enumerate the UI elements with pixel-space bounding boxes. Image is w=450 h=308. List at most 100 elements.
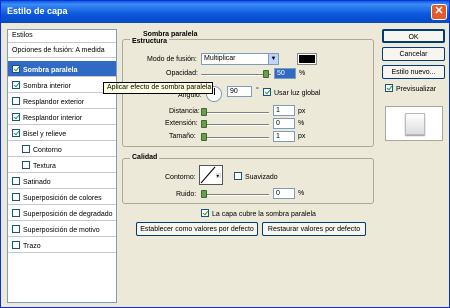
preview-swatch — [405, 113, 425, 135]
checkbox-icon[interactable] — [12, 129, 20, 137]
size-unit: px — [298, 133, 306, 140]
quality-group — [122, 158, 374, 204]
checkbox-icon[interactable] — [12, 225, 20, 233]
checkbox-icon[interactable] — [234, 172, 242, 180]
opacity-slider[interactable] — [201, 74, 271, 76]
spread-label: Extensión: — [165, 120, 198, 127]
style-item-texture[interactable]: Textura — [8, 157, 116, 173]
quality-title: Calidad — [130, 154, 160, 161]
style-item-label: Superposición de degradado — [23, 211, 113, 218]
contour-picker[interactable]: ▾ — [199, 165, 223, 185]
checkbox-icon[interactable] — [22, 161, 30, 169]
style-item-pattern-overlay[interactable]: Superposición de motivo — [8, 221, 116, 237]
checkbox-icon[interactable] — [12, 241, 20, 249]
angle-field[interactable]: 90 — [227, 86, 252, 97]
style-item-label: Superposición de motivo — [23, 227, 100, 234]
size-slider-thumb[interactable] — [201, 133, 207, 141]
style-item-label: Satinado — [23, 179, 51, 186]
style-item-label: Sombra paralela — [23, 67, 78, 74]
ok-button[interactable]: OK — [382, 29, 445, 43]
size-field[interactable]: 1 — [273, 131, 295, 142]
tooltip: Aplicar efecto de sombra paralela — [103, 82, 213, 94]
style-item-outer-glow[interactable]: Resplandor exterior — [8, 93, 116, 109]
section-title: Sombra paralela — [143, 31, 198, 38]
checkbox-icon[interactable] — [12, 65, 20, 73]
style-item-contour[interactable]: Contorno — [8, 141, 116, 157]
style-item-inner-glow[interactable]: Resplandor interior — [8, 109, 116, 125]
blend-mode-value: Multiplicar — [204, 55, 236, 62]
checkbox-icon[interactable] — [12, 193, 20, 201]
style-item-inner-shadow[interactable]: Sombra interior — [8, 77, 116, 93]
style-item-gradient-overlay[interactable]: Superposición de degradado — [8, 205, 116, 221]
angle-unit: ° — [256, 87, 259, 94]
spread-slider[interactable] — [201, 124, 269, 126]
new-style-button[interactable]: Estilo nuevo... — [382, 65, 445, 79]
checkbox-icon[interactable] — [22, 145, 30, 153]
style-item-label: Bisel y relieve — [23, 131, 67, 138]
blending-options-label: Opciones de fusión: A medida — [12, 47, 105, 54]
preview-label: Previsualizar — [396, 86, 437, 93]
spread-unit: % — [298, 120, 305, 127]
knockout-label: La capa cubre la sombra paralela — [212, 211, 316, 218]
noise-slider-thumb[interactable] — [201, 190, 207, 198]
style-item-label: Resplandor exterior — [23, 99, 85, 106]
style-item-satin[interactable]: Satinado — [8, 173, 116, 189]
checkbox-icon[interactable] — [12, 113, 20, 121]
opacity-unit: % — [299, 70, 306, 77]
structure-title: Estructura — [130, 38, 170, 45]
spread-slider-thumb[interactable] — [201, 120, 207, 128]
blend-mode-label: Modo de fusión: — [147, 56, 197, 63]
cancel-button[interactable]: Cancelar — [382, 47, 445, 61]
style-item-drop-shadow[interactable]: Sombra paralela — [8, 61, 116, 77]
checkbox-icon[interactable] — [263, 88, 271, 96]
noise-slider[interactable] — [201, 194, 269, 196]
styles-list: Estilos Opciones de fusión: A medida Som… — [7, 29, 117, 303]
contour-label: Contorno: — [165, 174, 196, 181]
style-item-bevel-emboss[interactable]: Bisel y relieve — [8, 125, 116, 141]
distance-unit: px — [298, 108, 306, 115]
style-item-label: Resplandor interior — [23, 115, 83, 122]
styles-header-label: Estilos — [12, 32, 33, 39]
noise-field[interactable]: 0 — [273, 188, 295, 199]
opacity-field[interactable]: 50 — [274, 68, 296, 79]
checkbox-icon[interactable] — [12, 209, 20, 217]
close-icon[interactable]: ✕ — [431, 4, 447, 20]
checkbox-icon[interactable] — [12, 97, 20, 105]
title-bar: Estilo de capa ✕ — [1, 1, 449, 23]
reset-default-button[interactable]: Restaurar valores por defecto — [262, 222, 366, 236]
checkbox-icon[interactable] — [12, 81, 20, 89]
blend-mode-select[interactable]: Multiplicar ▼ — [201, 53, 279, 65]
style-item-label: Textura — [33, 163, 56, 170]
distance-field[interactable]: 1 — [273, 105, 295, 116]
style-item-stroke[interactable]: Trazo — [8, 237, 116, 253]
set-default-button[interactable]: Establecer como valores por defecto — [136, 222, 258, 236]
distance-slider[interactable] — [201, 112, 269, 114]
preview-toggle[interactable]: Previsualizar — [385, 84, 436, 93]
size-label: Tamaño: — [169, 133, 196, 140]
opacity-slider-thumb[interactable] — [263, 70, 269, 78]
distance-label: Distancia: — [169, 108, 200, 115]
blending-options[interactable]: Opciones de fusión: A medida — [8, 45, 116, 58]
shadow-color-swatch[interactable] — [297, 53, 317, 65]
preview-thumbnail — [385, 106, 443, 141]
global-light-toggle[interactable]: Usar luz global — [263, 88, 320, 97]
anti-aliased-toggle[interactable]: Suavizado — [234, 172, 278, 181]
style-item-color-overlay[interactable]: Superposición de colores — [8, 189, 116, 205]
global-light-label: Usar luz global — [274, 90, 321, 97]
size-slider[interactable] — [201, 137, 269, 139]
checkbox-icon[interactable] — [201, 209, 209, 217]
distance-slider-thumb[interactable] — [201, 108, 207, 116]
opacity-label: Opacidad: — [166, 70, 198, 77]
styles-header[interactable]: Estilos — [8, 30, 116, 43]
spread-field[interactable]: 0 — [273, 118, 295, 129]
style-item-label: Superposición de colores — [23, 195, 102, 202]
checkbox-icon[interactable] — [385, 84, 393, 92]
noise-unit: % — [298, 190, 305, 197]
window-title: Estilo de capa — [7, 6, 68, 16]
checkbox-icon[interactable] — [12, 177, 20, 185]
style-item-label: Contorno — [33, 147, 62, 154]
contour-curve-icon: ▾ — [200, 166, 221, 184]
knockout-toggle[interactable]: La capa cubre la sombra paralela — [201, 209, 316, 218]
style-item-label: Trazo — [23, 243, 41, 250]
style-item-label: Sombra interior — [23, 83, 71, 90]
